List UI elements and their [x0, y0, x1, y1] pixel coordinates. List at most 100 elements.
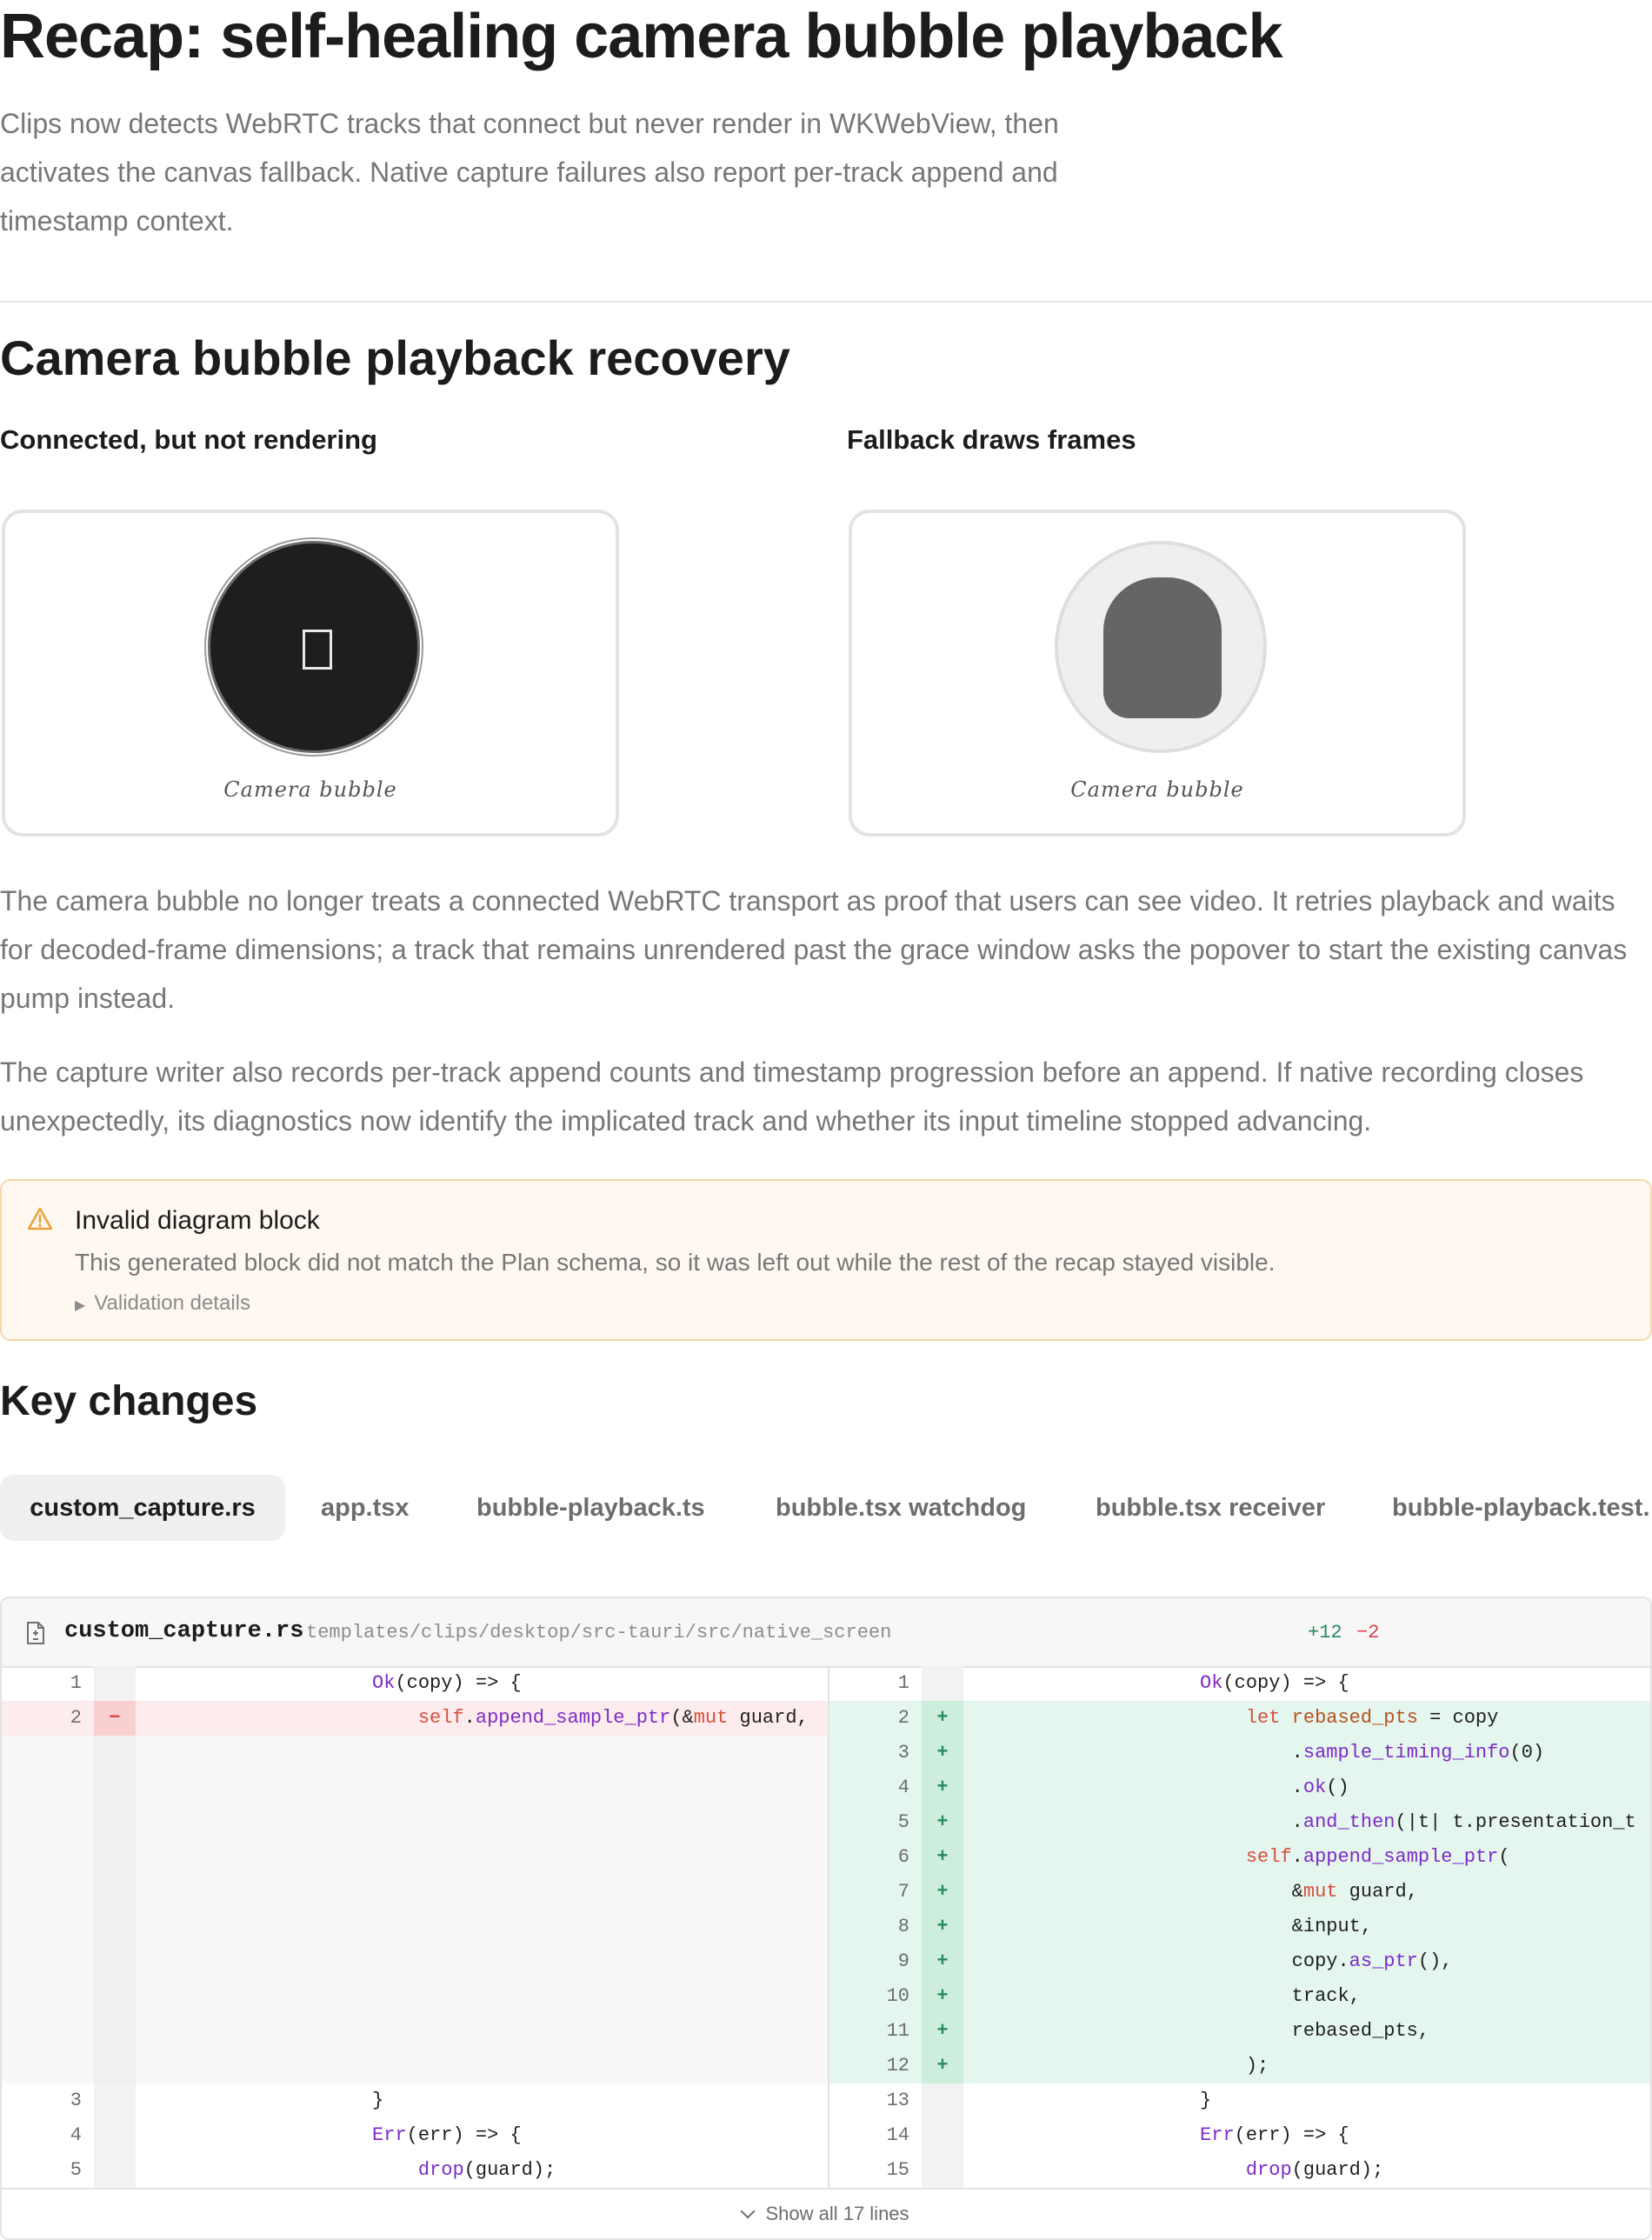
diff-line-added: 11 + rebased_pts, [829, 2014, 1650, 2049]
empty-frame-icon [303, 630, 332, 670]
show-all-lines-label: Show all 17 lines [765, 2203, 909, 2224]
fallback-draws-frames-card: Camera bubble [849, 510, 1466, 837]
diff-line-empty [2, 1840, 828, 1875]
line-number: 9 [897, 1950, 909, 1972]
tab-bubble-playback-test[interactable]: bubble-playback.test. [1392, 1475, 1650, 1541]
diff-line-added: 12 + ); [829, 2049, 1650, 2083]
camera-bubble-dark [208, 541, 420, 753]
invalid-diagram-callout: Invalid diagram block This generated blo… [0, 1179, 1652, 1341]
line-number: 4 [70, 2124, 82, 2146]
diff-deletions-count: −2 [1356, 1622, 1380, 1643]
diff-line-empty [2, 2014, 828, 2049]
line-number: 7 [897, 1881, 909, 1903]
diff-sign [94, 2153, 136, 2188]
show-all-lines-button[interactable]: Show all 17 lines [2, 2188, 1650, 2238]
line-number: 14 [886, 2124, 909, 2146]
code-text: ); [970, 2055, 1269, 2077]
diff-sign [922, 1666, 963, 1701]
code-text: Ok(copy) => { [1200, 1672, 1349, 1694]
diff-line-empty [2, 1770, 828, 1805]
diff-line: 5 drop(guard); [2, 2153, 828, 2188]
right-diagram-caption: Fallback draws frames [847, 424, 1136, 455]
callout-title: Invalid diagram block [75, 1206, 320, 1235]
person-silhouette-icon [1103, 577, 1222, 718]
recap-page: Recap: self-healing camera bubble playba… [0, 0, 1652, 2240]
tab-bubble-playback-ts[interactable]: bubble-playback.ts [476, 1475, 705, 1541]
diff-viewer: custom_capture.rs templates/clips/deskto… [0, 1597, 1652, 2240]
code-text: .sample_timing_info(0) [970, 1742, 1545, 1763]
diff-line: 13 } [829, 2083, 1650, 2118]
diff-sign [94, 1875, 136, 1910]
diff-sign: + [922, 2014, 963, 2049]
line-number: 8 [897, 1916, 909, 1937]
tab-app-tsx[interactable]: app.tsx [321, 1475, 410, 1541]
diff-line-added: 3 + .sample_timing_info(0) [829, 1736, 1650, 1770]
code-text: Ok(copy) => { [372, 1672, 522, 1694]
code-text: .ok() [970, 1777, 1349, 1798]
diff-line: 1 Ok(copy) => { [2, 1666, 828, 1701]
diff-sign: + [922, 1736, 963, 1770]
diff-sign [94, 1736, 136, 1770]
line-number: 3 [70, 2090, 82, 2111]
diff-line-added: 10 + track, [829, 1979, 1650, 2014]
code-text: self.append_sample_ptr(&mut guard, [417, 1707, 809, 1729]
line-number: 11 [886, 2020, 909, 2042]
code-text: drop(guard); [1245, 2159, 1384, 2181]
diff-file-path: templates/clips/desktop/src-tauri/src/na… [306, 1622, 892, 1643]
diff-line-removed: 2− self.append_sample_ptr(&mut guard, [2, 1701, 828, 1736]
code-text: rebased_pts, [970, 2020, 1430, 2042]
line-number: 3 [897, 1742, 909, 1763]
left-diagram-caption: Connected, but not rendering [0, 424, 377, 455]
line-number: 4 [897, 1777, 909, 1798]
diff-sign: + [922, 1910, 963, 1944]
camera-bubble-light [1055, 541, 1267, 753]
diff-sign [94, 1910, 136, 1944]
diff-sign: − [94, 1701, 136, 1736]
diff-sign: + [922, 1944, 963, 1979]
diff-sign [94, 1666, 136, 1701]
diff-sign [94, 1979, 136, 2014]
diff-sign [94, 1770, 136, 1805]
diff-line-empty [2, 1875, 828, 1910]
diff-line-empty [2, 1910, 828, 1944]
tab-custom-capture-rs[interactable]: custom_capture.rs [0, 1475, 285, 1541]
camera-bubble-label: Camera bubble [223, 777, 397, 802]
line-number: 1 [897, 1672, 909, 1694]
body-paragraph: The camera bubble no longer treats a con… [0, 885, 1628, 1014]
diff-line-empty [2, 2049, 828, 2083]
diff-line-empty [2, 1944, 828, 1979]
code-text: &mut guard, [970, 1881, 1418, 1903]
warning-triangle-icon [27, 1207, 53, 1230]
section-divider [0, 301, 1652, 303]
diff-line-added: 2 + let rebased_pts = copy [829, 1701, 1650, 1736]
code-text: &input, [970, 1916, 1373, 1937]
diff-line-empty [2, 1979, 828, 2014]
diff-sign [94, 2083, 136, 2118]
code-text: .and_then(|t| t.presentation_t [970, 1811, 1636, 1833]
code-text: let rebased_pts = copy [1245, 1707, 1499, 1729]
diff-line-added: 6 + self.append_sample_ptr( [829, 1840, 1650, 1875]
validation-details-toggle[interactable]: ▶ Validation details [75, 1289, 250, 1321]
tab-bubble-watchdog[interactable]: bubble.tsx watchdog [776, 1475, 1026, 1541]
connected-not-rendering-card: Camera bubble [2, 510, 619, 837]
diff-file-name: custom_capture.rs [64, 1618, 304, 1644]
diff-sign [94, 2049, 136, 2083]
line-number: 5 [70, 2159, 82, 2181]
diff-pane-new: 1 Ok(copy) => {2 + let rebased_pts = copy… [829, 1666, 1650, 2188]
diff-line-added: 8 + &input, [829, 1910, 1650, 1944]
diff-sign: + [922, 1770, 963, 1805]
tab-bubble-receiver[interactable]: bubble.tsx receiver [1096, 1475, 1325, 1541]
disclosure-triangle-icon: ▶ [75, 1298, 86, 1313]
file-tabs: custom_capture.rs app.tsx bubble-playbac… [0, 1475, 1652, 1541]
code-text: Err(err) => { [372, 2124, 522, 2146]
diff-line-added: 7 + &mut guard, [829, 1875, 1650, 1910]
diff-sign: + [922, 1979, 963, 2014]
code-text: copy.as_ptr(), [970, 1950, 1453, 1972]
line-number: 2 [897, 1707, 909, 1729]
line-number: 13 [886, 2090, 909, 2111]
diff-sign [94, 1840, 136, 1875]
diff-sign [94, 2118, 136, 2153]
diff-line: 15 drop(guard); [829, 2153, 1650, 2188]
line-number: 10 [886, 1985, 909, 2007]
diff-sign [94, 1944, 136, 1979]
